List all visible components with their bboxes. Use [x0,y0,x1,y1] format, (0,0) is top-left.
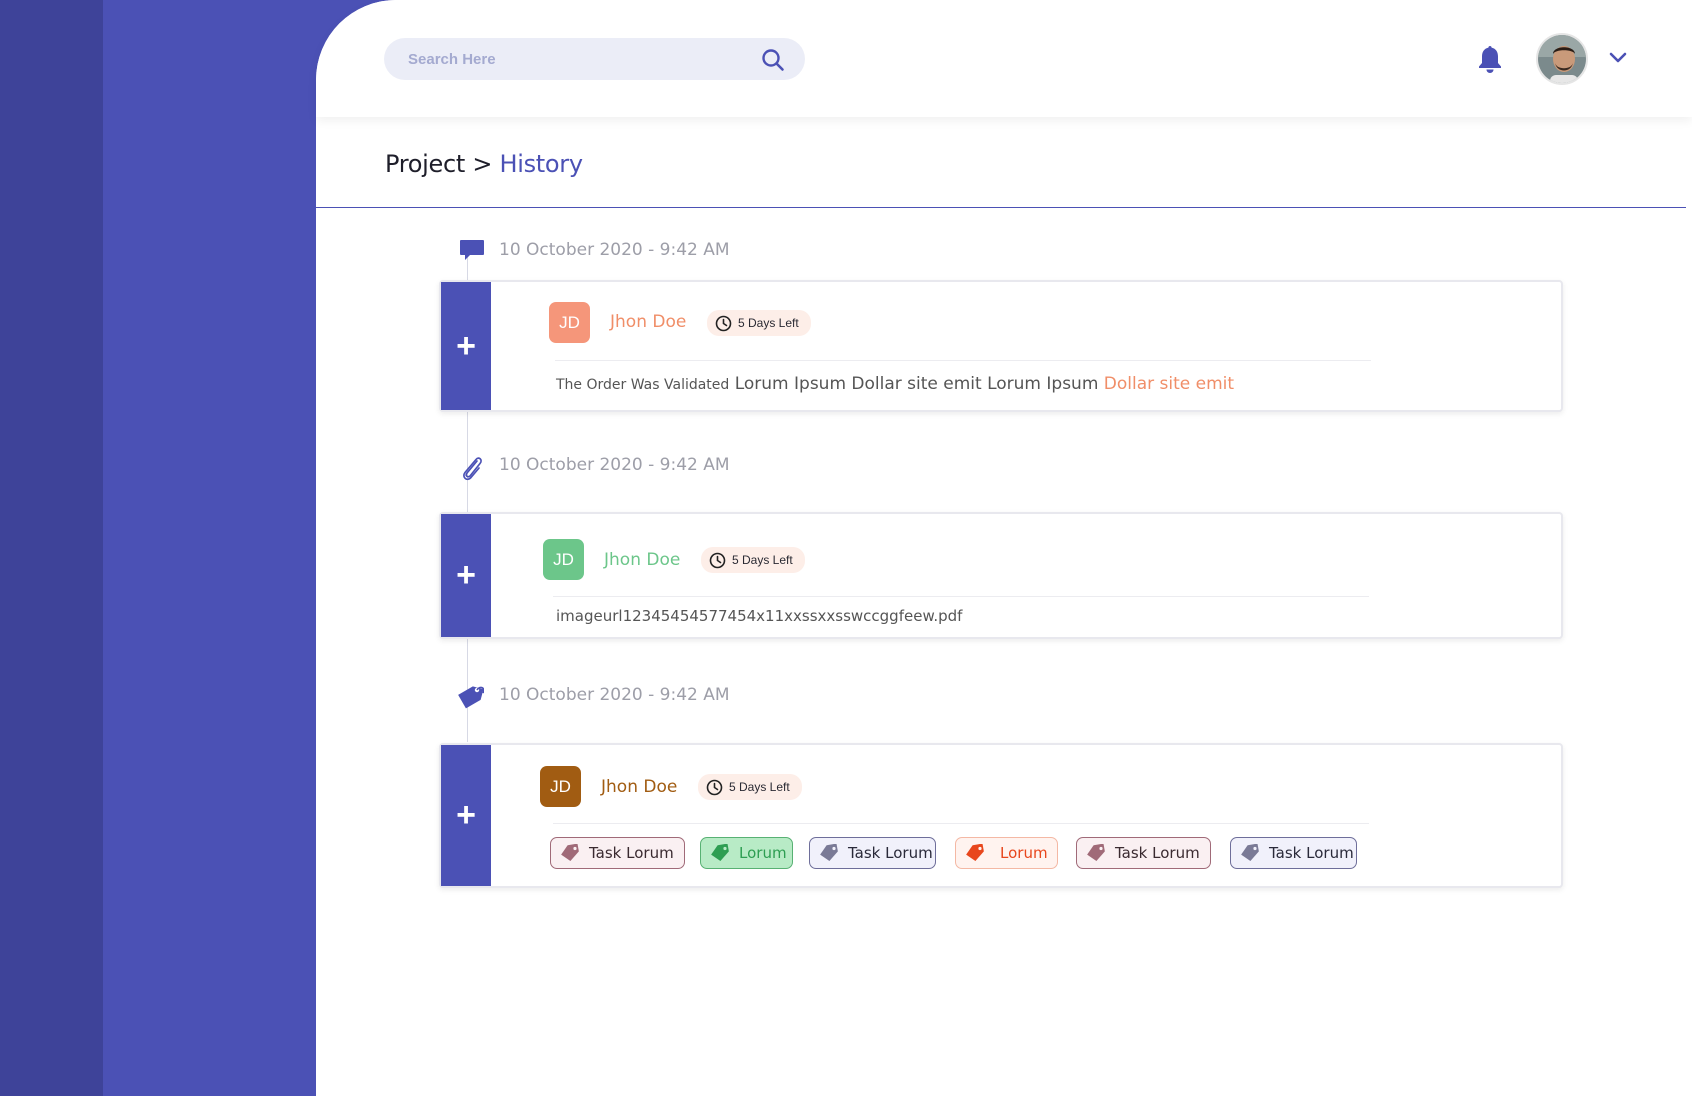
card-divider [553,596,1369,597]
main-panel: Project > History 10 October 2020 - 9:42… [316,0,1692,1096]
tag-label: Lorum [739,844,787,862]
user-name[interactable]: Jhon Doe [601,777,677,797]
deadline-badge: 5 Days Left [698,774,802,800]
message-body: Lorum Ipsum Dollar site emit Lorum Ipsum [734,374,1099,394]
comment-icon [460,240,484,260]
deadline-text: 5 Days Left [738,316,799,330]
sidebar [103,0,317,1096]
left-rail [0,0,103,1096]
tag-icon [711,844,729,862]
deadline-badge: 5 Days Left [701,547,805,573]
user-avatar[interactable] [1536,33,1588,85]
tag-icon [561,844,579,862]
tag-label: Task Lorum [1269,844,1354,862]
user-name[interactable]: Jhon Doe [610,312,686,332]
tag-icon [458,686,484,709]
tag-icon [966,844,984,862]
tag-chip[interactable]: Lorum [700,837,793,869]
breadcrumb-root[interactable]: Project [385,150,465,178]
breadcrumb-separator: > [465,150,500,178]
card-divider [555,360,1371,361]
history-message: The Order Was Validated Lorum Ipsum Doll… [556,374,1234,394]
header-divider [316,207,1686,208]
tag-icon [1241,844,1259,862]
tag-chip[interactable]: Task Lorum [1230,837,1357,869]
search-input[interactable] [384,38,744,80]
top-bar [316,0,1692,117]
timeline-timestamp: 10 October 2020 - 9:42 AM [499,240,730,260]
tag-icon [820,844,838,862]
breadcrumb-current: History [499,150,583,178]
tag-chip[interactable]: Lorum [955,837,1058,869]
deadline-text: 5 Days Left [732,553,793,567]
user-initials: JD [549,302,590,343]
expand-button[interactable]: + [441,745,491,886]
notification-bell-icon[interactable] [1476,44,1504,74]
attached-file-link[interactable]: imageurl12345454577454x11xxssxxsswccggfe… [556,607,962,625]
breadcrumb: Project > History [385,150,583,178]
expand-button[interactable]: + [441,514,491,637]
expand-button[interactable]: + [441,282,491,410]
tag-label: Lorum [1000,844,1048,862]
search-bar[interactable] [384,38,805,80]
tag-chip[interactable]: Task Lorum [809,837,936,869]
clock-icon [715,315,732,331]
clock-icon [706,779,723,795]
tag-label: Task Lorum [848,844,933,862]
card-divider [553,823,1369,824]
history-card: + JD Jhon Doe 5 Days Left imageurl123454… [439,512,1563,639]
deadline-text: 5 Days Left [729,780,790,794]
tag-label: Task Lorum [1115,844,1200,862]
paperclip-icon [463,457,482,481]
search-icon[interactable] [761,48,785,72]
clock-icon [709,552,726,568]
history-card: + JD Jhon Doe 5 Days Left The Order Was … [439,280,1563,412]
chevron-down-icon[interactable] [1608,50,1628,66]
message-highlight[interactable]: Dollar site emit [1104,374,1234,394]
tag-icon [1087,844,1105,862]
history-card: + JD Jhon Doe 5 Days Left Task Lorum Lor… [439,743,1563,888]
tag-label: Task Lorum [589,844,674,862]
timeline-timestamp: 10 October 2020 - 9:42 AM [499,455,730,475]
tag-chip[interactable]: Task Lorum [550,837,685,869]
deadline-badge: 5 Days Left [707,310,811,336]
tag-chip[interactable]: Task Lorum [1076,837,1211,869]
user-name[interactable]: Jhon Doe [604,550,680,570]
user-initials: JD [540,766,581,807]
timeline-timestamp: 10 October 2020 - 9:42 AM [499,685,730,705]
message-prefix: The Order Was Validated [556,377,730,393]
user-initials: JD [543,539,584,580]
